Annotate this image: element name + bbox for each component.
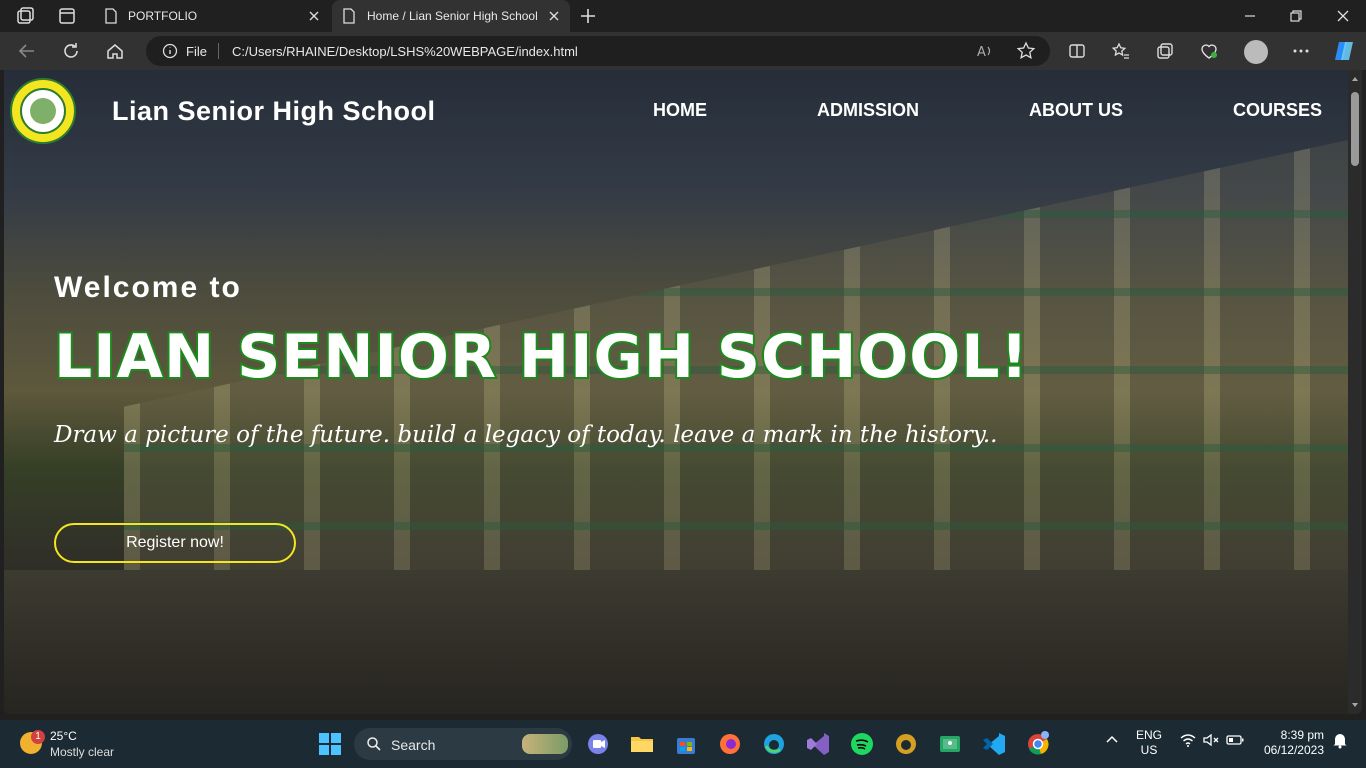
microsoft-store-icon[interactable] (672, 730, 700, 758)
weather-condition: Mostly clear (50, 745, 115, 759)
workspaces-icon[interactable] (14, 5, 36, 27)
page-icon (343, 8, 355, 24)
firefox-icon[interactable] (716, 730, 744, 758)
collections-icon[interactable] (1155, 41, 1175, 61)
search-label: Search (391, 737, 436, 753)
vscode-icon[interactable] (980, 730, 1008, 758)
browser-tab-strip: PORTFOLIO Home / Lian Senior High School (0, 0, 1366, 32)
split-screen-icon[interactable] (1067, 41, 1087, 61)
clock-time: 8:39 pm (1280, 728, 1324, 742)
battery-icon[interactable] (1225, 730, 1245, 750)
nav-about-us[interactable]: ABOUT US (1029, 100, 1123, 121)
scroll-up-icon[interactable] (1351, 75, 1359, 83)
edge-icon[interactable] (760, 730, 788, 758)
tray-chevron-up-icon[interactable] (1102, 730, 1122, 750)
start-windows-icon[interactable] (316, 730, 344, 758)
nav-home[interactable]: HOME (653, 100, 707, 121)
restore-icon[interactable] (1286, 6, 1306, 26)
clock-date: 06/12/2023 (1263, 743, 1324, 757)
profile-avatar[interactable] (1244, 40, 1268, 64)
url-scheme: File (186, 44, 207, 59)
tab-portfolio[interactable]: PORTFOLIO (92, 0, 330, 32)
volume-muted-icon[interactable] (1201, 730, 1221, 750)
back-icon[interactable] (16, 40, 38, 62)
schoolyard-ground-image (4, 570, 1348, 714)
input-language[interactable]: ENG US (1136, 728, 1162, 758)
taskbar-search[interactable]: Search (354, 728, 572, 760)
hero-tagline: Draw a picture of the future. build a le… (54, 422, 998, 448)
weather-temp: 25°C (50, 729, 77, 743)
notifications-bell-icon[interactable] (1330, 730, 1350, 750)
favorites-icon[interactable] (1111, 41, 1131, 61)
welcome-text: Welcome to (54, 271, 242, 304)
system-clock[interactable]: 8:39 pm 06/12/2023 (1258, 728, 1324, 758)
close-tab-icon[interactable] (546, 8, 562, 24)
url-text[interactable]: C:/Users/RHAINE/Desktop/LSHS%20WEBPAGE/i… (232, 44, 578, 59)
edge-beta-icon[interactable] (892, 730, 920, 758)
hero-headline: LIAN SENIOR HIGH SCHOOL! (52, 320, 1030, 394)
more-options-icon[interactable] (1291, 41, 1311, 61)
tab-home-lian[interactable]: Home / Lian Senior High School (332, 0, 570, 32)
address-bar[interactable]: File C:/Users/RHAINE/Desktop/LSHS%20WEBP… (146, 36, 1050, 66)
spotify-icon[interactable] (848, 730, 876, 758)
browser-essentials-icon[interactable] (1199, 41, 1219, 61)
classroom-icon[interactable] (936, 730, 964, 758)
page-icon (105, 8, 117, 24)
chrome-icon[interactable] (1024, 730, 1052, 758)
teams-chat-icon[interactable] (584, 730, 612, 758)
site-title: Lian Senior High School (112, 96, 436, 126)
svg-text:A: A (977, 45, 986, 60)
page-viewport: Lian Senior High School HOME ADMISSION A… (4, 70, 1362, 714)
address-separator (218, 43, 219, 59)
scrollbar-thumb[interactable] (1351, 92, 1359, 166)
page-scrollbar[interactable] (1348, 70, 1362, 714)
copilot-icon[interactable] (1332, 39, 1356, 63)
browser-toolbar: File C:/Users/RHAINE/Desktop/LSHS%20WEBP… (0, 32, 1366, 70)
read-aloud-icon[interactable]: A (976, 42, 994, 60)
taskbar: 1 25°C Mostly clear Search ENG US 8:39 p… (0, 720, 1366, 768)
refresh-icon[interactable] (60, 40, 82, 62)
logo-seal (30, 98, 56, 124)
tab-title: PORTFOLIO (128, 9, 198, 23)
nav-admission[interactable]: ADMISSION (817, 100, 919, 121)
region-code: US (1140, 743, 1158, 757)
minimize-icon[interactable] (1240, 6, 1260, 26)
favorite-star-icon[interactable] (1016, 41, 1036, 61)
language-code: ENG (1136, 728, 1163, 742)
visual-studio-icon[interactable] (804, 730, 832, 758)
notification-badge: 1 (31, 730, 45, 744)
search-icon (367, 737, 381, 751)
weather-widget[interactable]: 1 25°C Mostly clear (16, 726, 146, 762)
home-icon[interactable] (104, 40, 126, 62)
nav-courses[interactable]: COURSES (1233, 100, 1322, 121)
scroll-down-icon[interactable] (1351, 701, 1359, 709)
school-logo[interactable] (10, 78, 76, 144)
tab-actions-icon[interactable] (56, 5, 78, 27)
search-highlight-image (522, 734, 568, 754)
tab-title: Home / Lian Senior High School (367, 9, 538, 23)
file-explorer-icon[interactable] (628, 730, 656, 758)
close-window-icon[interactable] (1333, 6, 1353, 26)
info-icon[interactable] (162, 43, 178, 59)
close-tab-icon[interactable] (306, 8, 322, 24)
wifi-icon[interactable] (1178, 730, 1198, 750)
new-tab-icon[interactable] (578, 6, 598, 26)
register-button[interactable]: Register now! (54, 523, 296, 563)
